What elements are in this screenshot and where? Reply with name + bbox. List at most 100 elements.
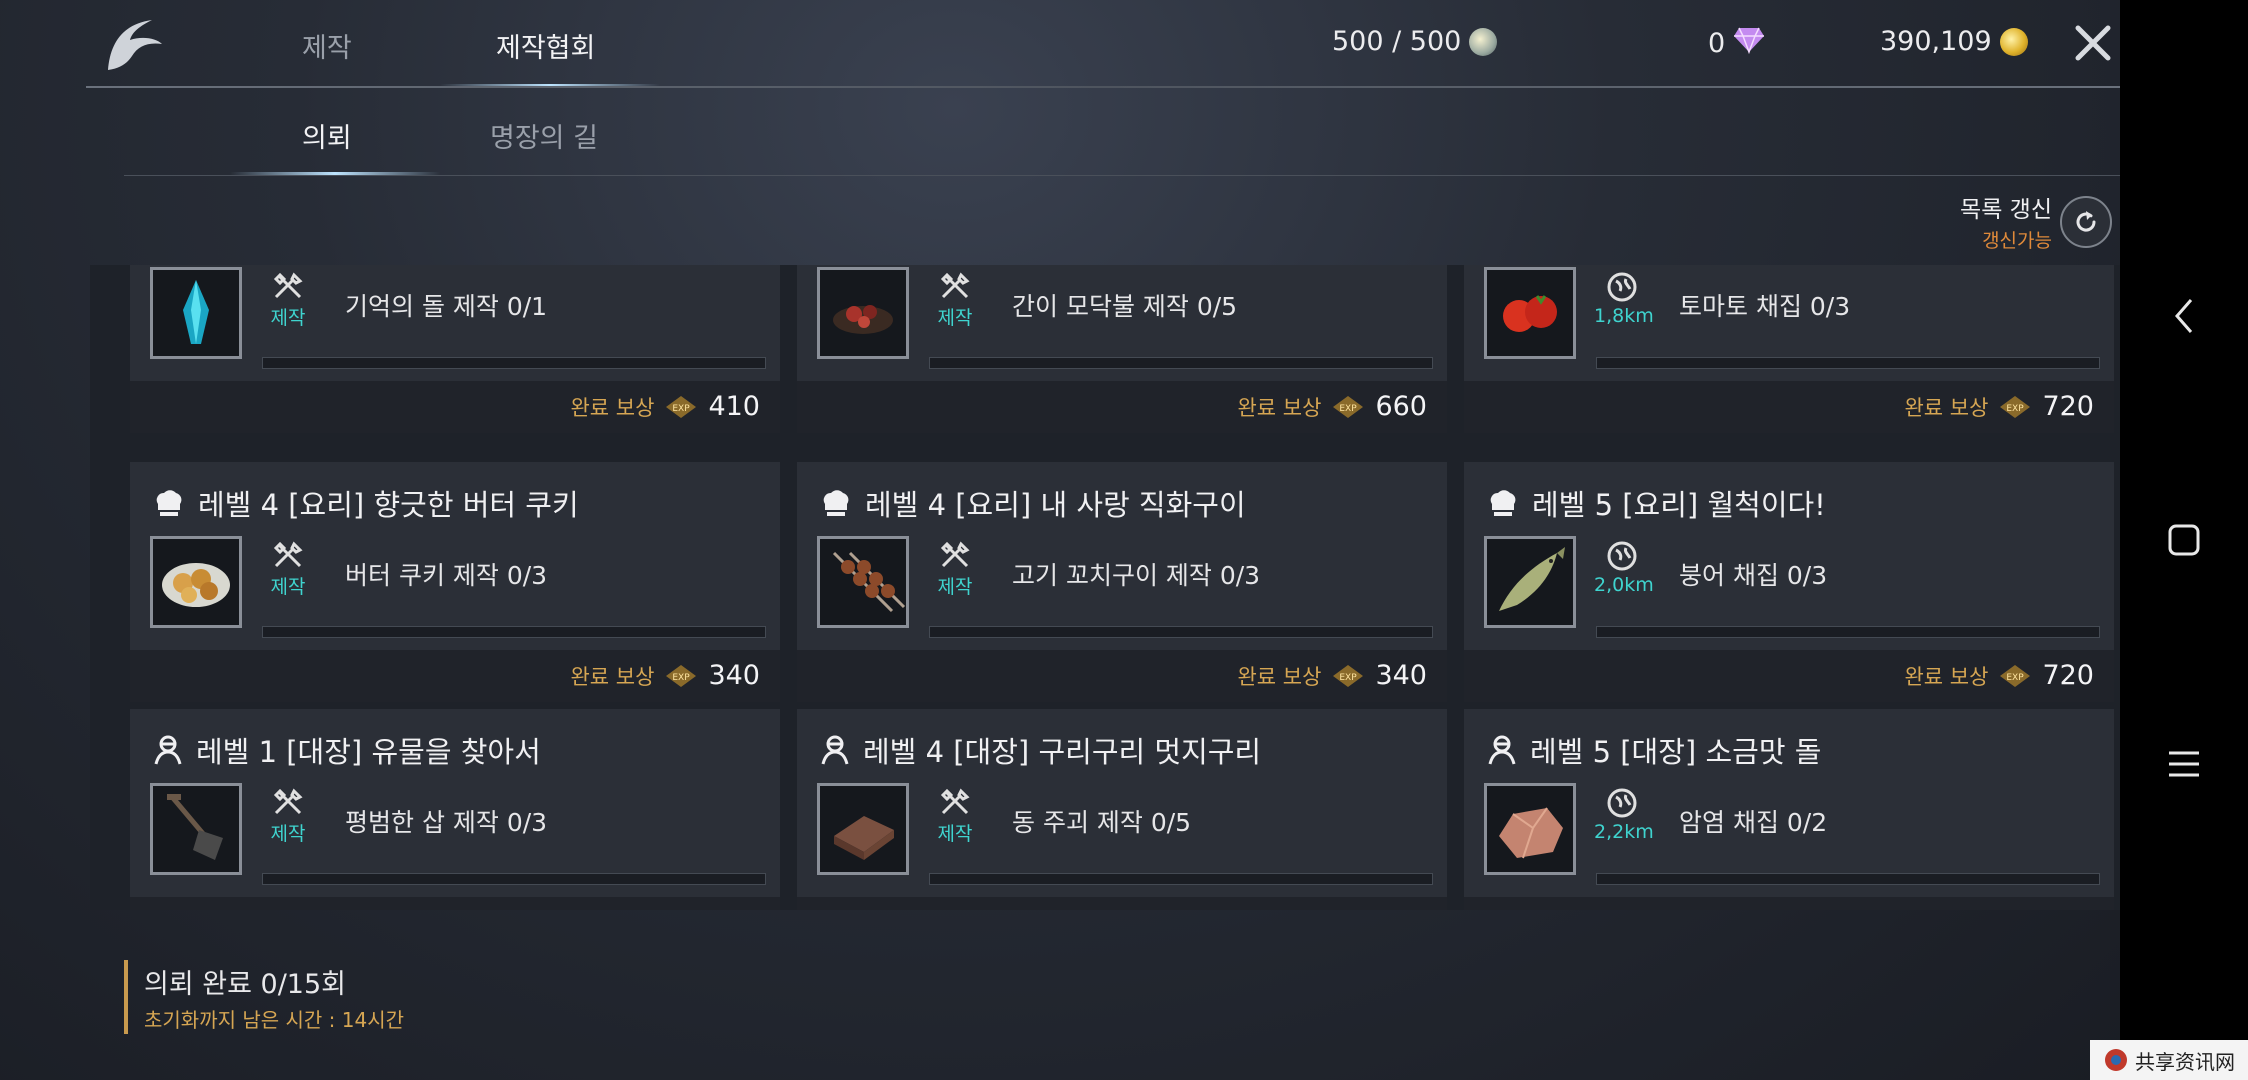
- reset-timer: 초기화까지 남은 시간 : 14시간: [144, 1008, 405, 1032]
- rock-salt-thumbnail: [1484, 783, 1576, 875]
- task-type: 제작: [260, 271, 316, 330]
- reward-label: 완료 보상: [1237, 908, 1321, 911]
- blacksmith-icon: [1488, 735, 1516, 765]
- task-type: 1,8km: [1594, 271, 1654, 327]
- system-navigation-bar: [2120, 0, 2248, 1080]
- reward-value: 340: [1375, 660, 1427, 691]
- request-title-text: 레벨 4 [대장] 구리구리 멋지구리: [863, 735, 1262, 769]
- request-card[interactable]: 제작 기억의 돌 제작 0/1 완료 보상 EXP 410: [130, 265, 780, 433]
- reward-row: 완료 보상 EXP 340: [130, 650, 780, 702]
- site-watermark: 共享资讯网: [2090, 1040, 2248, 1080]
- reward-value: 620: [1375, 907, 1427, 910]
- crafting-tools-icon: [273, 541, 303, 568]
- home-button[interactable]: [2154, 510, 2214, 570]
- tab-craft-guild[interactable]: 제작협회: [496, 26, 595, 65]
- task-type-label: 제작: [270, 823, 306, 845]
- recent-apps-icon: [2169, 751, 2199, 777]
- subtab-requests[interactable]: 의뢰: [302, 116, 352, 155]
- game-logo-icon[interactable]: [100, 14, 170, 74]
- footer-accent-bar: [124, 960, 128, 1034]
- reward-label: 완료 보상: [570, 395, 655, 420]
- reward-value: 420: [708, 907, 760, 910]
- subtab-masters-path[interactable]: 명장의 길: [490, 116, 598, 155]
- task-description: 토마토 채집 0/3: [1679, 292, 1851, 321]
- reward-row: 완료 보상 EXP 720: [1464, 381, 2114, 433]
- request-title-text: 레벨 4 [요리] 내 사랑 직화구이: [865, 488, 1246, 522]
- watermark-text: 共享资讯网: [2135, 1049, 2235, 1074]
- subtab-divider: [124, 175, 2120, 176]
- exp-icon: EXP: [666, 395, 697, 418]
- task-description: 고기 꼬치구이 제작 0/3: [1012, 561, 1261, 590]
- diamond-counter: 0: [1708, 26, 1765, 61]
- memory-stone-thumbnail: [150, 267, 242, 359]
- tomato-thumbnail: [1484, 267, 1576, 359]
- task-type-label: 제작: [937, 576, 973, 598]
- task-type: 제작: [260, 540, 316, 599]
- request-card[interactable]: 레벨 5 [대장] 소금맛 돌 2,2km 암염 채집 0/2 완료 보상 EX…: [1464, 709, 2114, 910]
- svg-text:EXP: EXP: [673, 673, 691, 683]
- refresh-button[interactable]: [2060, 196, 2112, 248]
- request-list[interactable]: 제작 기억의 돌 제작 0/1 완료 보상 EXP 410 제작 간이 모닥불: [90, 265, 2120, 910]
- task-distance-label: 2,2km: [1594, 821, 1654, 843]
- request-card[interactable]: 레벨 4 [요리] 향긋한 버터 쿠키 제작 버터 쿠키 제작 0/3 완료 보…: [130, 462, 780, 702]
- shovel-thumbnail: [150, 783, 242, 875]
- task-progress-bar: [1596, 873, 2100, 885]
- task-progress-bar: [262, 873, 766, 885]
- reward-label: 완료 보상: [1904, 664, 1989, 689]
- svg-text:EXP: EXP: [673, 404, 691, 414]
- reward-value: 720: [2042, 391, 2094, 422]
- svg-text:EXP: EXP: [1340, 404, 1358, 414]
- recent-apps-button[interactable]: [2154, 734, 2214, 794]
- fish-thumbnail: [1484, 536, 1576, 628]
- diamond-value: 0: [1708, 28, 1726, 59]
- crafting-tools-icon: [273, 272, 303, 299]
- task-description: 동 주괴 제작 0/5: [1012, 808, 1192, 837]
- reward-row: 완료 보상 EXP 480: [1464, 897, 2114, 910]
- task-progress-bar: [929, 626, 1433, 638]
- request-title-text: 레벨 5 [요리] 월척이다!: [1532, 488, 1826, 522]
- task-distance-label: 2,0km: [1594, 574, 1654, 596]
- globe-icon: [1607, 788, 1637, 818]
- task-type: 2,0km: [1594, 540, 1654, 596]
- reward-row: 완료 보상 EXP 410: [130, 381, 780, 433]
- request-card[interactable]: 레벨 4 [요리] 내 사랑 직화구이 제작 고기 꼬치구이 제작 0/3 완료…: [797, 462, 1447, 702]
- task-description: 붕어 채집 0/3: [1679, 561, 1828, 590]
- watermark-logo-icon: [2105, 1049, 2127, 1071]
- reward-label: 완료 보상: [1237, 395, 1322, 420]
- task-description: 암염 채집 0/2: [1679, 808, 1828, 837]
- request-card[interactable]: 제작 간이 모닥불 제작 0/5 완료 보상 EXP 660: [797, 265, 1447, 433]
- blacksmith-icon: [821, 735, 849, 765]
- completion-count: 의뢰 완료 0/15회: [144, 969, 346, 1000]
- reward-row: 완료 보상 EXP 340: [797, 650, 1447, 702]
- request-card[interactable]: 레벨 4 [대장] 구리구리 멋지구리 제작 동 주괴 제작 0/5 완료 보상…: [797, 709, 1447, 910]
- reward-value: 660: [1375, 391, 1427, 422]
- close-icon[interactable]: [2070, 20, 2116, 66]
- task-description: 평범한 삽 제작 0/3: [345, 808, 548, 837]
- request-card[interactable]: 레벨 1 [대장] 유물을 찾아서 제작 평범한 삽 제작 0/3 완료 보상 …: [130, 709, 780, 910]
- stamina-icon: [1469, 27, 1498, 56]
- task-type-label: 제작: [937, 823, 973, 845]
- request-title-text: 레벨 4 [요리] 향긋한 버터 쿠키: [198, 488, 579, 522]
- task-type-label: 제작: [937, 307, 973, 329]
- request-card[interactable]: 1,8km 토마토 채집 0/3 완료 보상 EXP 720: [1464, 265, 2114, 433]
- reward-label: 완료 보상: [1904, 395, 1989, 420]
- request-title: 레벨 4 [대장] 구리구리 멋지구리: [819, 729, 1261, 771]
- reward-value: 720: [2042, 660, 2094, 691]
- back-button[interactable]: [2154, 286, 2214, 346]
- task-type-label: 제작: [270, 307, 306, 329]
- copper-ingot-thumbnail: [817, 783, 909, 875]
- request-title-text: 레벨 5 [대장] 소금맛 돌: [1530, 735, 1822, 769]
- task-type: 2,2km: [1594, 787, 1654, 843]
- request-title-text: 레벨 1 [대장] 유물을 찾아서: [196, 735, 541, 769]
- task-type: 제작: [927, 271, 983, 330]
- task-progress-bar: [929, 873, 1433, 885]
- request-card[interactable]: 레벨 5 [요리] 월척이다! 2,0km 붕어 채집 0/3 완료 보상 EX…: [1464, 462, 2114, 702]
- reward-label: 완료 보상: [570, 908, 654, 911]
- globe-icon: [1607, 541, 1637, 571]
- task-description: 간이 모닥불 제작 0/5: [1012, 292, 1238, 321]
- task-progress-bar: [929, 357, 1433, 369]
- tab-craft[interactable]: 제작: [302, 26, 352, 65]
- task-type: 제작: [260, 787, 316, 846]
- request-title: 레벨 1 [대장] 유물을 찾아서: [152, 729, 541, 771]
- task-progress-bar: [262, 357, 766, 369]
